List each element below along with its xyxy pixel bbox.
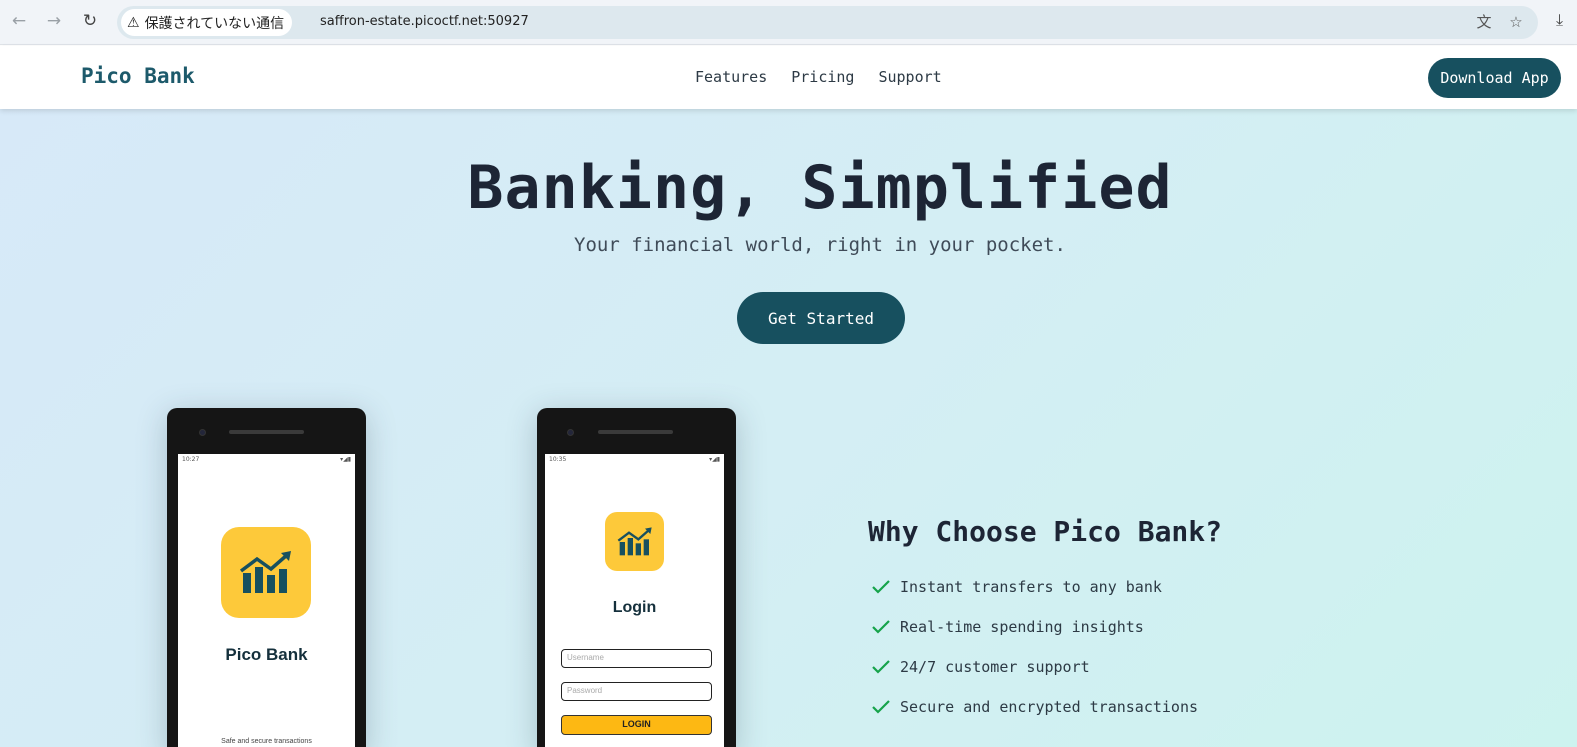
feature-text: Secure and encrypted transactions bbox=[900, 698, 1199, 716]
phone-camera bbox=[567, 429, 574, 436]
nav-support-link[interactable]: Support bbox=[878, 68, 941, 86]
phone-screen: 10:35 ▾◢▮ Login Username Password LOGIN bbox=[545, 454, 724, 747]
phone-camera bbox=[199, 429, 206, 436]
feature-item: Instant transfers to any bank bbox=[872, 567, 1198, 607]
main-nav: Features Pricing Support bbox=[695, 68, 942, 86]
status-time: 10:35 bbox=[549, 456, 567, 463]
phone-speaker bbox=[229, 430, 304, 434]
phone-mockup-splash: 10:27 ▾◢▮ Pico Bank Safe and secure tran… bbox=[167, 408, 366, 747]
app-logo-chart-icon bbox=[221, 527, 311, 618]
login-title: Login bbox=[612, 599, 657, 616]
forward-arrow-icon[interactable]: → bbox=[43, 10, 65, 32]
brand-logo[interactable]: Pico Bank bbox=[81, 64, 195, 88]
check-icon bbox=[872, 620, 890, 634]
phone-screen: 10:27 ▾◢▮ Pico Bank Safe and secure tran… bbox=[178, 454, 355, 747]
nav-pricing-link[interactable]: Pricing bbox=[791, 68, 854, 86]
check-icon bbox=[872, 580, 890, 594]
bookmark-star-icon[interactable]: ☆ bbox=[1506, 12, 1526, 32]
hero-section: Banking, Simplified Your financial world… bbox=[0, 109, 1577, 747]
reload-icon[interactable]: ↻ bbox=[79, 10, 101, 32]
translate-icon[interactable]: 文 bbox=[1474, 12, 1494, 32]
check-icon bbox=[872, 660, 890, 674]
url-text[interactable]: saffron-estate.picoctf.net:50927 bbox=[320, 14, 529, 29]
security-label: 保護されていない通信 bbox=[144, 15, 285, 32]
address-bar[interactable]: ⚠ 保護されていない通信 saffron-estate.picoctf.net:… bbox=[117, 6, 1538, 39]
site-header: Pico Bank Features Pricing Support Downl… bbox=[0, 46, 1577, 109]
feature-text: Real-time spending insights bbox=[900, 618, 1144, 636]
signal-battery-icon: ▾◢▮ bbox=[709, 456, 720, 463]
check-icon bbox=[872, 700, 890, 714]
security-indicator[interactable]: ⚠ 保護されていない通信 bbox=[121, 9, 293, 36]
feature-text: Instant transfers to any bank bbox=[900, 578, 1162, 596]
warning-icon: ⚠ bbox=[127, 14, 140, 31]
username-field[interactable]: Username bbox=[561, 649, 712, 668]
phone-mockup-login: 10:35 ▾◢▮ Login Username Password LOGIN bbox=[537, 408, 736, 747]
app-logo-chart-icon bbox=[605, 512, 664, 571]
hero-subtitle: Your financial world, right in your pock… bbox=[574, 234, 1066, 256]
hero-title: Banking, Simplified bbox=[467, 153, 1173, 223]
features-title: Why Choose Pico Bank? bbox=[868, 515, 1223, 548]
get-started-button[interactable]: Get Started bbox=[737, 292, 905, 344]
signal-battery-icon: ▾◢▮ bbox=[340, 456, 351, 463]
feature-item: Real-time spending insights bbox=[872, 607, 1198, 647]
phone-speaker bbox=[598, 430, 673, 434]
back-arrow-icon[interactable]: ← bbox=[8, 10, 30, 32]
nav-features-link[interactable]: Features bbox=[695, 68, 767, 86]
feature-item: Secure and encrypted transactions bbox=[872, 687, 1198, 727]
download-icon[interactable]: ⤓ bbox=[1556, 10, 1563, 30]
feature-text: 24/7 customer support bbox=[900, 658, 1090, 676]
status-bar: 10:27 ▾◢▮ bbox=[178, 454, 355, 464]
status-time: 10:27 bbox=[182, 456, 200, 463]
splash-tagline: Safe and secure transactions bbox=[221, 738, 312, 745]
feature-item: 24/7 customer support bbox=[872, 647, 1198, 687]
features-list: Instant transfers to any bank Real-time … bbox=[872, 567, 1198, 727]
login-button[interactable]: LOGIN bbox=[561, 715, 712, 735]
browser-toolbar: ← → ↻ ⚠ 保護されていない通信 saffron-estate.picoct… bbox=[0, 0, 1577, 45]
password-field[interactable]: Password bbox=[561, 682, 712, 701]
download-app-button[interactable]: Download App bbox=[1428, 58, 1561, 98]
splash-app-name: Pico Bank bbox=[225, 645, 308, 664]
status-bar: 10:35 ▾◢▮ bbox=[545, 454, 724, 464]
